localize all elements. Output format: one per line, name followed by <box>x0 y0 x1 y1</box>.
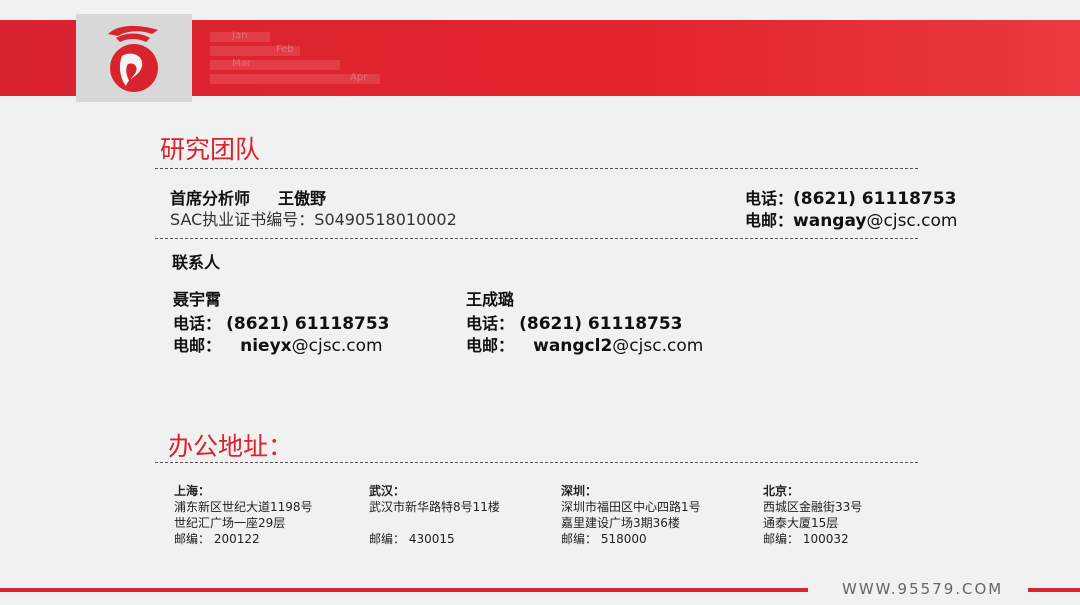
office-address-line <box>369 515 500 531</box>
footer-website-link[interactable]: WWW.95579.COM <box>842 580 1003 598</box>
email-user: wangcl2 <box>533 336 613 356</box>
email-domain: @cjsc.com <box>612 336 704 356</box>
phone-value: (8621) 61118753 <box>793 189 957 209</box>
office-city: 深圳： <box>561 484 598 498</box>
phone-value: (8621) 61118753 <box>519 314 683 334</box>
office-postcode: 邮编： 200122 <box>174 532 260 546</box>
email-domain: @cjsc.com <box>291 336 383 356</box>
phone-label: 电话： <box>466 314 515 333</box>
office-postcode: 邮编： 100032 <box>763 532 849 546</box>
banner-watermark: Apr <box>350 72 368 83</box>
office-address-line: 嘉里建设广场3期36楼 <box>561 516 680 530</box>
office-city: 北京： <box>763 484 800 498</box>
email-label: 电邮： <box>745 211 794 230</box>
office-address-line: 通泰大厦15层 <box>763 516 839 530</box>
office-shenzhen: 深圳： 深圳市福田区中心四路1号 嘉里建设广场3期36楼 邮编： 518000 <box>561 483 701 547</box>
company-logo <box>76 14 192 102</box>
office-address-line: 世纪汇广场一座29层 <box>174 516 286 530</box>
office-shanghai: 上海： 浦东新区世纪大道1198号 世纪汇广场一座29层 邮编： 200122 <box>174 483 313 547</box>
banner-watermark: Jan <box>232 30 248 41</box>
office-address-line: 西城区金融街33号 <box>763 500 863 514</box>
office-address-line: 浦东新区世纪大道1198号 <box>174 500 313 514</box>
banner-watermark: Feb <box>276 44 294 55</box>
email-label: 电邮： <box>466 336 515 355</box>
contact-email: 电邮： nieyx@cjsc.com <box>173 332 383 356</box>
contact-name: 王成璐 <box>466 290 515 309</box>
email-user: wangay <box>793 211 867 231</box>
office-address-line: 深圳市福田区中心四路1号 <box>561 500 701 514</box>
office-beijing: 北京： 西城区金融街33号 通泰大厦15层 邮编： 100032 <box>763 483 862 547</box>
office-postcode: 邮编： 430015 <box>369 532 455 546</box>
contact-name: 聂宇霄 <box>173 290 222 309</box>
contacts-heading: 联系人 <box>172 253 221 272</box>
section-divider <box>155 168 918 169</box>
phone-value: (8621) 61118753 <box>226 314 390 334</box>
contact-phone: 电话： (8621) 61118753 <box>173 310 390 334</box>
phone-label: 电话： <box>173 314 222 333</box>
footer-rule-right <box>1028 588 1080 592</box>
chief-email: 电邮：wangay@cjsc.com <box>745 207 958 231</box>
banner-watermark: Mar <box>232 58 251 69</box>
section-divider <box>155 462 918 463</box>
email-user: nieyx <box>240 336 292 356</box>
office-city: 上海： <box>174 484 211 498</box>
email-label: 电邮： <box>173 336 222 355</box>
contact-email: 电邮： wangcl2@cjsc.com <box>466 332 703 356</box>
dragon-logo-icon <box>108 25 158 92</box>
office-postcode: 邮编： 518000 <box>561 532 647 546</box>
banner-decor-bar <box>210 60 340 70</box>
section-title-team: 研究团队 <box>160 135 261 164</box>
contact-phone: 电话： (8621) 61118753 <box>466 310 683 334</box>
chief-phone: 电话：(8621) 61118753 <box>745 185 956 209</box>
phone-label: 电话： <box>745 189 794 208</box>
section-divider <box>155 238 918 239</box>
section-title-offices: 办公地址： <box>168 432 294 461</box>
office-address-line: 武汉市新华路特8号11楼 <box>369 500 500 514</box>
office-city: 武汉： <box>369 484 406 498</box>
footer-rule-left <box>0 588 808 592</box>
email-domain: @cjsc.com <box>866 211 958 231</box>
office-wuhan: 武汉： 武汉市新华路特8号11楼 邮编： 430015 <box>369 483 500 547</box>
sac-license-number: SAC执业证书编号：S0490518010002 <box>170 210 457 229</box>
